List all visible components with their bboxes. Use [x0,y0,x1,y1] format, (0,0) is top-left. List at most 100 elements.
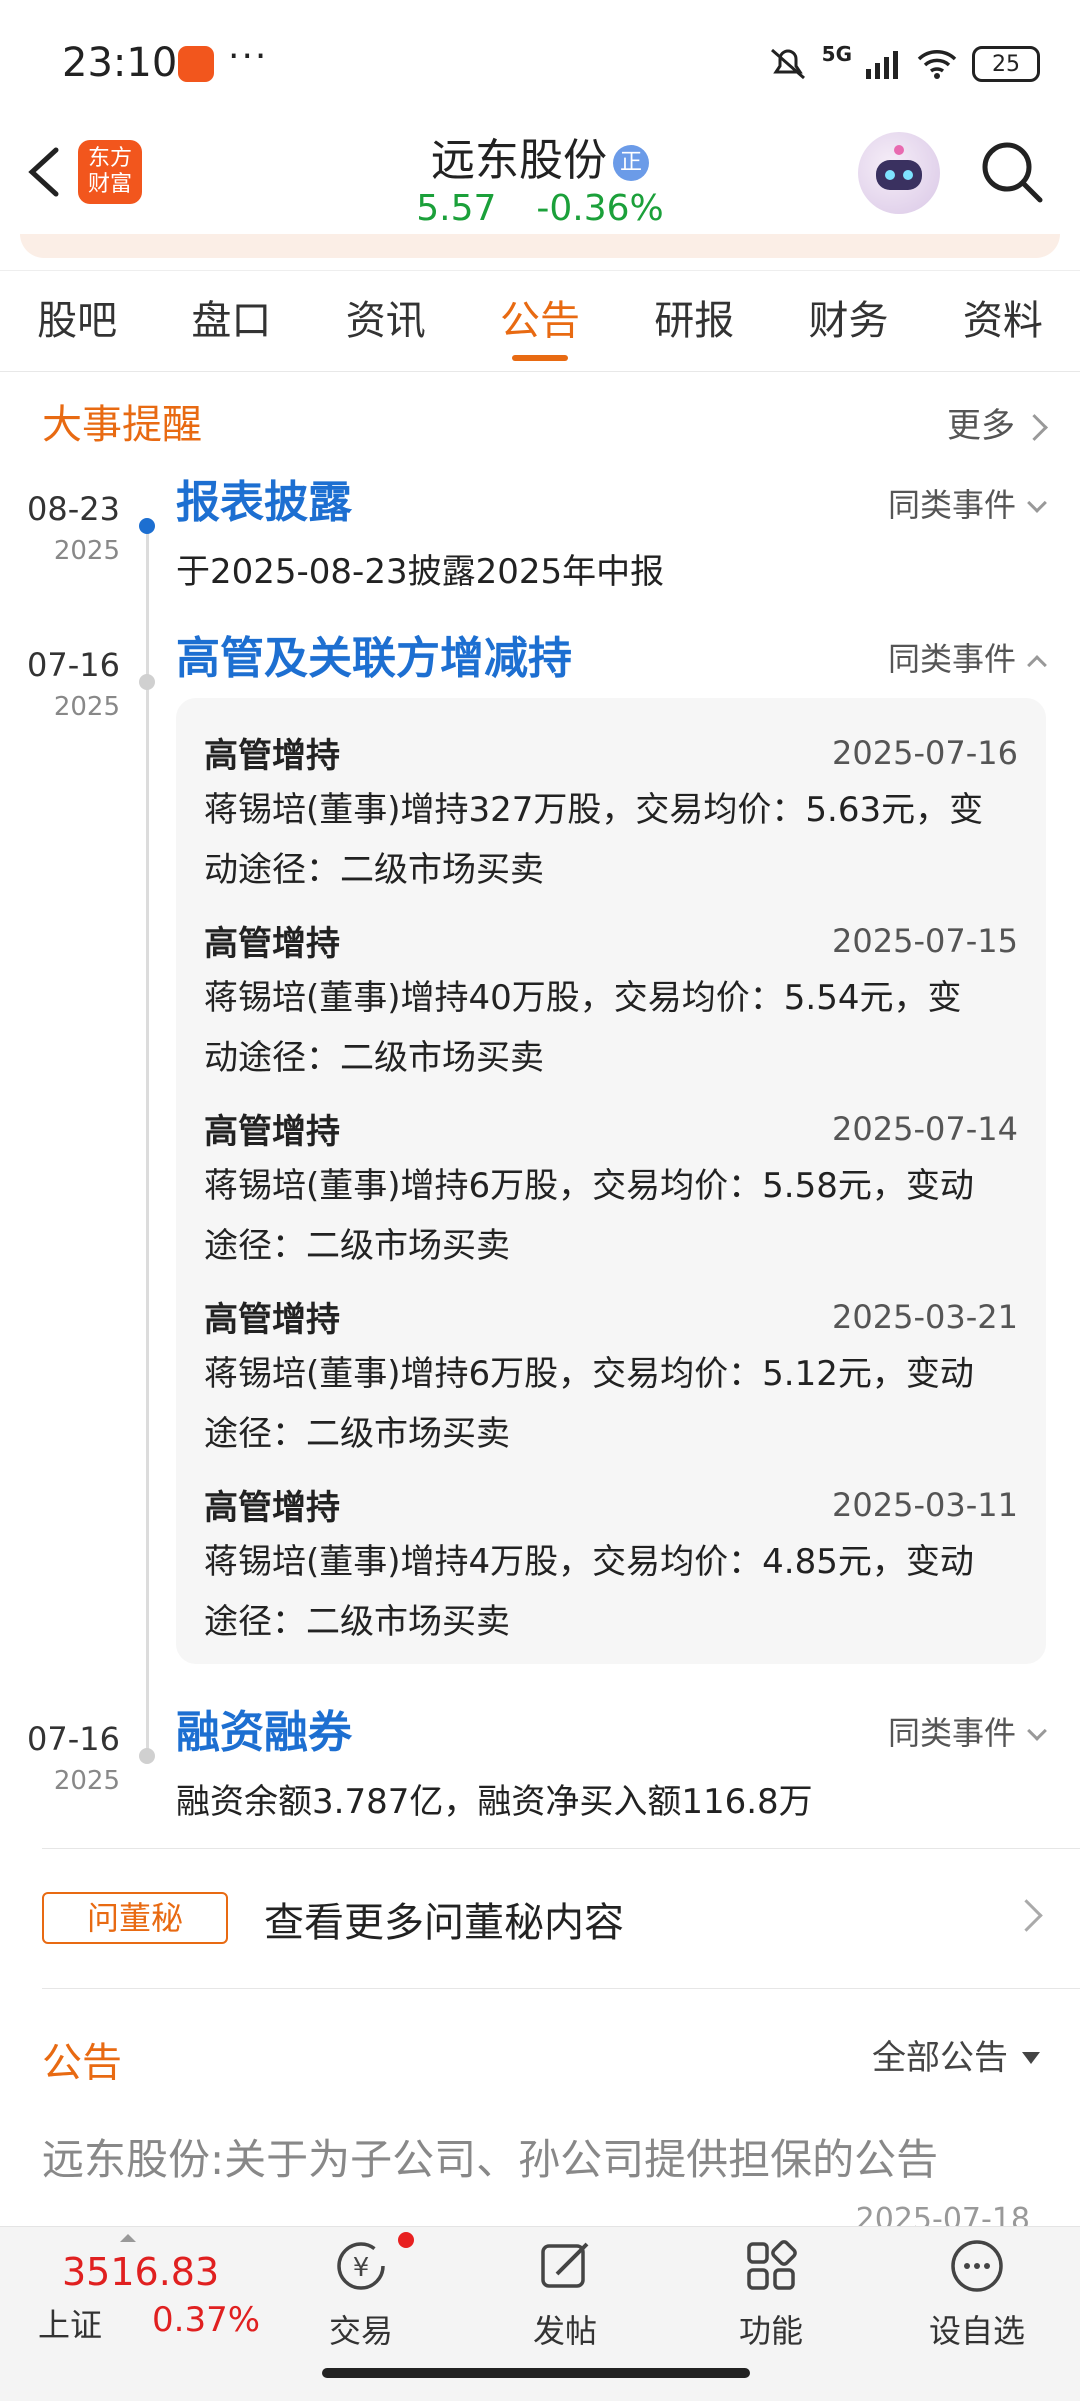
divider [42,1988,1080,1989]
search-icon[interactable] [978,138,1046,206]
item-line: 途径：二级市场买卖 [204,1414,510,1454]
wdm-link[interactable]: 查看更多问董秘内容 [264,1890,624,1948]
timeline-dot [139,1748,155,1764]
similar-events-button[interactable]: 同类事件 [887,1708,1047,1754]
item-line: 动途径：二级市场买卖 [204,850,544,890]
banner-remnant [20,234,1060,258]
index-value[interactable]: 3516.83 [62,2250,219,2294]
chevron-down-icon [1027,493,1047,513]
item-line: 蒋锡培(董事)增持40万股，交易均价：5.54元，变 [204,978,962,1018]
item-text: 蒋锡培(董事)增持6万股，交易均价：5.58元，变动 途径：二级市场买卖 [204,1156,1024,1276]
event-title[interactable]: 高管及关联方增减持 [176,622,572,686]
status-bar: 23:10 ··· 5G 25 [0,0,1080,130]
cell-bars-icon [866,51,898,79]
similar-events-button[interactable]: 同类事件 [887,634,1047,680]
insider-trading-card: 高管增持 2025-07-16 蒋锡培(董事)增持327万股，交易均价：5.63… [176,698,1046,1664]
event-date: 07-16 [27,646,120,684]
chevron-up-icon [1027,655,1047,675]
nav-trade[interactable]: ¥ 交易 [296,2236,426,2352]
tab-finance[interactable]: 财务 [771,271,925,371]
nav-watchlist[interactable]: 设自选 [912,2236,1042,2352]
item-title: 高管增持 [204,1488,340,1528]
event-title[interactable]: 融资融券 [176,1696,352,1760]
index-change: 0.37% [152,2300,261,2340]
event-title[interactable]: 报表披露 [176,466,352,530]
stock-badge: 正 [613,145,649,181]
item-line: 蒋锡培(董事)增持4万股，交易均价：4.85元，变动 [204,1542,974,1582]
tab-guba[interactable]: 股吧 [0,271,154,371]
caret-down-icon [1022,2052,1040,2064]
big-events-more[interactable]: 更多 [947,398,1048,447]
trade-icon: ¥ [337,2242,385,2290]
item-line: 动途径：二级市场买卖 [204,1038,544,1078]
event-date: 07-16 [27,1720,120,1758]
item-title: 高管增持 [204,1300,340,1340]
item-date: 2025-07-16 [832,734,1018,772]
big-events-title: 大事提醒 [42,402,202,448]
notices-filter[interactable]: 全部公告 [872,2030,1040,2079]
item-date: 2025-07-15 [832,922,1018,960]
battery-icon: 25 [972,46,1040,82]
item-line: 途径：二级市场买卖 [204,1602,510,1642]
tab-announcements[interactable]: 公告 [463,271,617,371]
divider [42,1848,1080,1849]
mute-icon [770,48,805,80]
index-name: 上证 [38,2306,103,2344]
similar-events-button[interactable]: 同类事件 [887,480,1047,526]
timeline-dot [139,674,155,690]
clock: 23:10 [62,40,178,86]
item-line: 蒋锡培(董事)增持6万股，交易均价：5.58元，变动 [204,1166,974,1206]
expand-up-icon[interactable] [120,2234,136,2242]
item-line: 蒋锡培(董事)增持6万股，交易均价：5.12元，变动 [204,1354,974,1394]
nav-functions[interactable]: 功能 [706,2236,836,2352]
similar-events-label: 同类事件 [887,1714,1016,1752]
home-indicator[interactable] [322,2368,750,2378]
item-title: 高管增持 [204,1112,340,1152]
more-notifications-icon: ··· [228,36,269,77]
event-year: 2025 [53,1766,120,1796]
wifi-icon [917,50,957,79]
nav-label: 功能 [738,2312,803,2350]
item-title: 高管增持 [204,736,340,776]
stock-price: 5.57 [416,188,497,229]
edit-icon [541,2242,589,2288]
stock-change: -0.36% [536,188,664,229]
tab-profile[interactable]: 资料 [926,271,1080,371]
event-year: 2025 [53,536,120,566]
chevron-right-icon [1021,414,1048,441]
timeline-dot-active [139,518,155,534]
tab-research[interactable]: 研报 [617,271,771,371]
item-title: 高管增持 [204,924,340,964]
item-text: 蒋锡培(董事)增持40万股，交易均价：5.54元，变 动途径：二级市场买卖 [204,968,1024,1088]
chevron-down-icon [1027,1721,1047,1741]
notices-filter-label: 全部公告 [872,2038,1008,2078]
notification-dot [398,2232,414,2248]
nav-label: 发帖 [532,2312,597,2350]
signal-icon: 5G [821,42,852,66]
event-text: 融资余额3.787亿，融资净买入额116.8万 [176,1782,813,1822]
item-date: 2025-03-21 [832,1298,1018,1336]
event-year: 2025 [53,692,120,722]
notices-title: 公告 [42,2040,122,2086]
event-text: 于2025-08-23披露2025年中报 [176,552,665,592]
timeline-line [146,520,149,1750]
tab-news[interactable]: 资讯 [309,271,463,371]
nav-label: 交易 [328,2312,393,2350]
item-date: 2025-03-11 [832,1486,1018,1524]
ai-assistant-avatar[interactable] [858,132,940,214]
app-notification-icon [178,46,214,82]
similar-events-label: 同类事件 [887,486,1016,524]
robot-icon [876,145,922,190]
tab-bar: 股吧 盘口 资讯 公告 研报 财务 资料 [0,270,1080,372]
similar-events-label: 同类事件 [887,640,1016,678]
tab-pankou[interactable]: 盘口 [154,271,308,371]
nav-post[interactable]: 发帖 [500,2236,630,2352]
item-line: 途径：二级市场买卖 [204,1226,510,1266]
svg-text:¥: ¥ [353,2253,370,2283]
notice-item-title[interactable]: 远东股份:关于为子公司、孙公司提供担保的公告 [42,2126,938,2187]
chevron-right-icon[interactable] [1010,1899,1043,1932]
item-date: 2025-07-14 [832,1110,1018,1148]
more-label: 更多 [947,406,1015,446]
grid-icon [747,2240,797,2290]
item-text: 蒋锡培(董事)增持327万股，交易均价：5.63元，变 动途径：二级市场买卖 [204,780,1024,900]
